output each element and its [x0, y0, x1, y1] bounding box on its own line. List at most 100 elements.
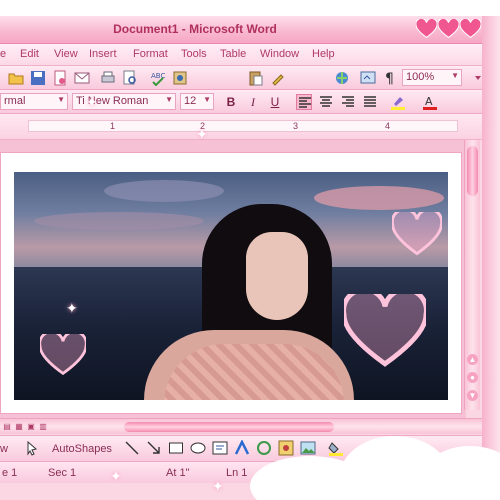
underline-button[interactable]: U: [266, 93, 284, 111]
web-layout-icon[interactable]: ▦: [14, 422, 24, 432]
ruler-strip: [28, 120, 458, 132]
sparkle-icon: ✦: [86, 94, 98, 110]
sparkle-icon: ✦: [196, 126, 208, 142]
chevron-down-icon: ▼: [165, 95, 173, 104]
email-icon[interactable]: [74, 70, 90, 86]
window-title: Document1 - Microsoft Word: [113, 22, 277, 36]
ruler-number: 1: [110, 121, 116, 131]
horizontal-ruler[interactable]: 1 2 3 4: [0, 114, 500, 140]
research-icon[interactable]: [172, 70, 188, 86]
arrow-icon[interactable]: [146, 440, 162, 456]
hyperlink-icon[interactable]: [334, 70, 350, 86]
menu-tools[interactable]: Tools: [181, 48, 207, 60]
sky-cloud: [104, 180, 224, 202]
open-folder-icon[interactable]: [8, 70, 24, 86]
status-at: At 1": [166, 467, 190, 479]
horizontal-scrollbar[interactable]: ▤ ▦ ▣ ▥: [0, 418, 482, 434]
outline-view-icon[interactable]: ▥: [38, 422, 48, 432]
drawing-toggle-icon[interactable]: [360, 70, 376, 86]
chevron-down-icon: ▼: [203, 95, 211, 104]
glow-heart-icon: [344, 294, 426, 368]
sky-cloud: [34, 212, 204, 230]
menu-window[interactable]: Window: [260, 48, 299, 60]
top-white-strip: [0, 0, 500, 16]
formatting-toolbar: rmal ▼ Ti New Roman ▼ 12 ▼ B I U A: [0, 90, 500, 114]
print-layout-icon[interactable]: ▣: [26, 422, 36, 432]
align-left-icon[interactable]: [296, 94, 312, 110]
maximize-heart-button[interactable]: [438, 19, 459, 39]
ruler-number: 3: [293, 121, 299, 131]
standard-toolbar: ABC ¶ 100% ▼: [0, 66, 500, 90]
scroll-up-icon[interactable]: ▲: [467, 354, 478, 365]
clip-art-icon[interactable]: [278, 440, 294, 456]
text-box-icon[interactable]: [212, 440, 228, 456]
zoom-select[interactable]: 100% ▼: [402, 69, 462, 86]
font-size-select[interactable]: 12 ▼: [180, 93, 214, 110]
font-color-icon[interactable]: A: [422, 94, 438, 110]
title-bar: Document1 - Microsoft Word: [0, 14, 500, 44]
person-face: [246, 232, 308, 320]
word-window: Document1 - Microsoft Word e Edit View I…: [0, 0, 500, 500]
show-paragraph-icon[interactable]: ¶: [382, 70, 398, 86]
format-painter-icon[interactable]: [270, 70, 286, 86]
print-preview-icon[interactable]: [122, 70, 138, 86]
select-browse-object-icon[interactable]: ●: [467, 372, 478, 383]
sparkle-icon: ✦: [66, 300, 78, 316]
bold-button[interactable]: B: [222, 93, 240, 111]
ruler-number: 4: [385, 121, 391, 131]
minimize-heart-button[interactable]: [416, 19, 437, 39]
vertical-scrollbar[interactable]: ▲ ● ▼: [464, 140, 480, 410]
status-page: e 1: [2, 467, 18, 479]
vertical-scroll-thumb[interactable]: [467, 146, 478, 196]
wordart-icon[interactable]: [234, 440, 250, 456]
paste-icon[interactable]: [248, 70, 264, 86]
menu-edit[interactable]: Edit: [20, 48, 39, 60]
font-size-value: 12: [184, 95, 197, 107]
rectangle-icon[interactable]: [168, 440, 184, 456]
svg-text:A: A: [425, 95, 433, 108]
glow-heart-icon: [392, 212, 442, 256]
glow-heart-icon: [40, 334, 86, 376]
draw-menu[interactable]: w: [0, 443, 8, 455]
zoom-value: 100%: [406, 71, 435, 83]
menu-insert[interactable]: Insert: [89, 48, 117, 60]
menu-table[interactable]: Table: [220, 48, 246, 60]
fill-color-icon[interactable]: [328, 440, 344, 456]
oval-icon[interactable]: [190, 440, 206, 456]
menu-help[interactable]: Help: [312, 48, 335, 60]
spelling-icon[interactable]: ABC: [150, 70, 166, 86]
status-line: Ln 1: [226, 467, 248, 479]
svg-text:¶: ¶: [385, 71, 394, 86]
insert-picture-icon[interactable]: [300, 440, 316, 456]
sparkle-icon: ✦: [110, 468, 122, 484]
chevron-down-icon: ▼: [451, 71, 459, 80]
menu-bar: e Edit View Insert Format Tools Table Wi…: [0, 44, 500, 66]
sky-cloud: [314, 186, 444, 210]
save-icon[interactable]: [30, 70, 46, 86]
sparkle-icon: ✦: [212, 478, 224, 494]
autoshapes-menu[interactable]: AutoShapes: [52, 443, 112, 455]
justify-icon[interactable]: [362, 94, 378, 110]
horizontal-scroll-thumb[interactable]: [124, 422, 334, 432]
style-select[interactable]: rmal ▼: [0, 93, 68, 110]
italic-button[interactable]: I: [244, 93, 262, 111]
status-section: Sec 1: [48, 467, 77, 479]
inserted-photo[interactable]: [14, 172, 448, 400]
align-center-icon[interactable]: [318, 94, 334, 110]
highlight-icon[interactable]: [390, 94, 406, 110]
select-objects-icon[interactable]: [24, 440, 40, 456]
align-right-icon[interactable]: [340, 94, 356, 110]
chevron-down-icon: ▼: [57, 95, 65, 104]
menu-view[interactable]: View: [54, 48, 78, 60]
line-icon[interactable]: [124, 440, 140, 456]
normal-view-icon[interactable]: ▤: [2, 422, 12, 432]
window-frame-right: [482, 14, 500, 484]
permission-icon[interactable]: [52, 70, 68, 86]
menu-file[interactable]: e: [0, 48, 6, 60]
scroll-down-icon[interactable]: ▼: [467, 390, 478, 401]
close-heart-button[interactable]: [460, 19, 481, 39]
print-icon[interactable]: [100, 70, 116, 86]
style-value: rmal: [4, 95, 26, 107]
diagram-icon[interactable]: [256, 440, 272, 456]
menu-format[interactable]: Format: [133, 48, 168, 60]
